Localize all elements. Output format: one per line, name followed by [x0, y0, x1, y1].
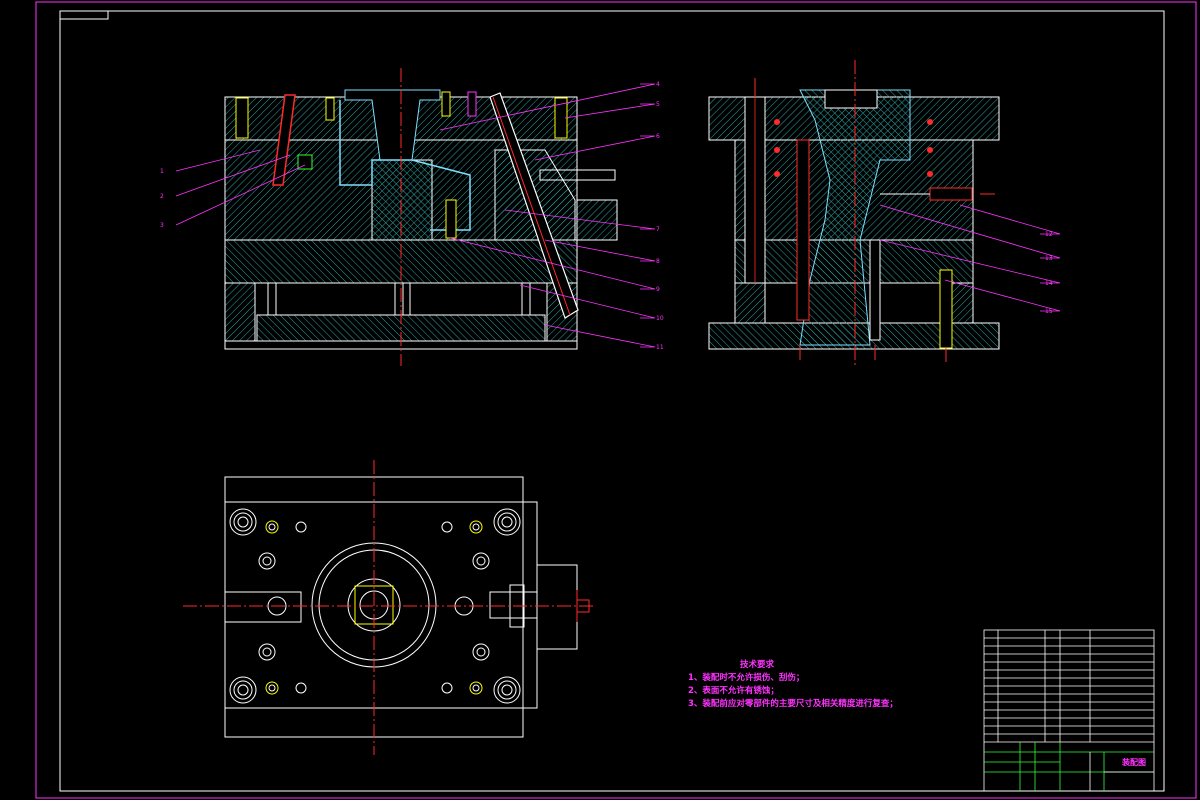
leader-number-12: 12 — [1045, 231, 1053, 238]
technical-notes-title: 技术要求 — [740, 660, 775, 670]
leader-number-10: 10 — [656, 315, 664, 322]
leader-number-13: 13 — [1045, 255, 1053, 262]
side-section-view — [708, 60, 1000, 366]
technical-note-1: 1、装配时不允许损伤、刮伤； — [688, 673, 805, 683]
title-block-name: 装配图 — [1121, 757, 1146, 767]
outer-border — [35, 1, 1197, 799]
leader-number-3: 3 — [160, 222, 164, 229]
leader-number-14: 14 — [1045, 280, 1053, 287]
plan-view-centerlines — [183, 460, 596, 755]
leader-number-1: 1 — [160, 168, 164, 175]
technical-notes: 技术要求 1、装配时不允许损伤、刮伤； 2、表面不允许有锈蚀； 3、装配前应对零… — [688, 659, 898, 711]
side-view-leader-numbers: 12 13 14 15 — [1045, 231, 1053, 315]
leader-number-2: 2 — [160, 193, 164, 200]
plan-view — [224, 476, 590, 738]
leader-number-8: 8 — [656, 258, 660, 265]
corner-label-box — [59, 10, 109, 20]
technical-note-2: 2、表面不允许有锈蚀； — [688, 686, 779, 696]
leader-number-9: 9 — [656, 286, 660, 293]
assembly-drawing: 1 2 3 4 5 6 7 8 9 10 11 12 13 14 15 装配图 — [35, 1, 1197, 799]
leader-number-11: 11 — [656, 344, 664, 351]
technical-note-3: 3、装配前应对零部件的主要尺寸及相关精度进行复查； — [688, 699, 898, 709]
leader-number-7: 7 — [656, 226, 660, 233]
leader-number-5: 5 — [656, 101, 660, 108]
leader-number-15: 15 — [1045, 308, 1053, 315]
leader-number-4: 4 — [656, 81, 660, 88]
leader-number-6: 6 — [656, 133, 660, 140]
